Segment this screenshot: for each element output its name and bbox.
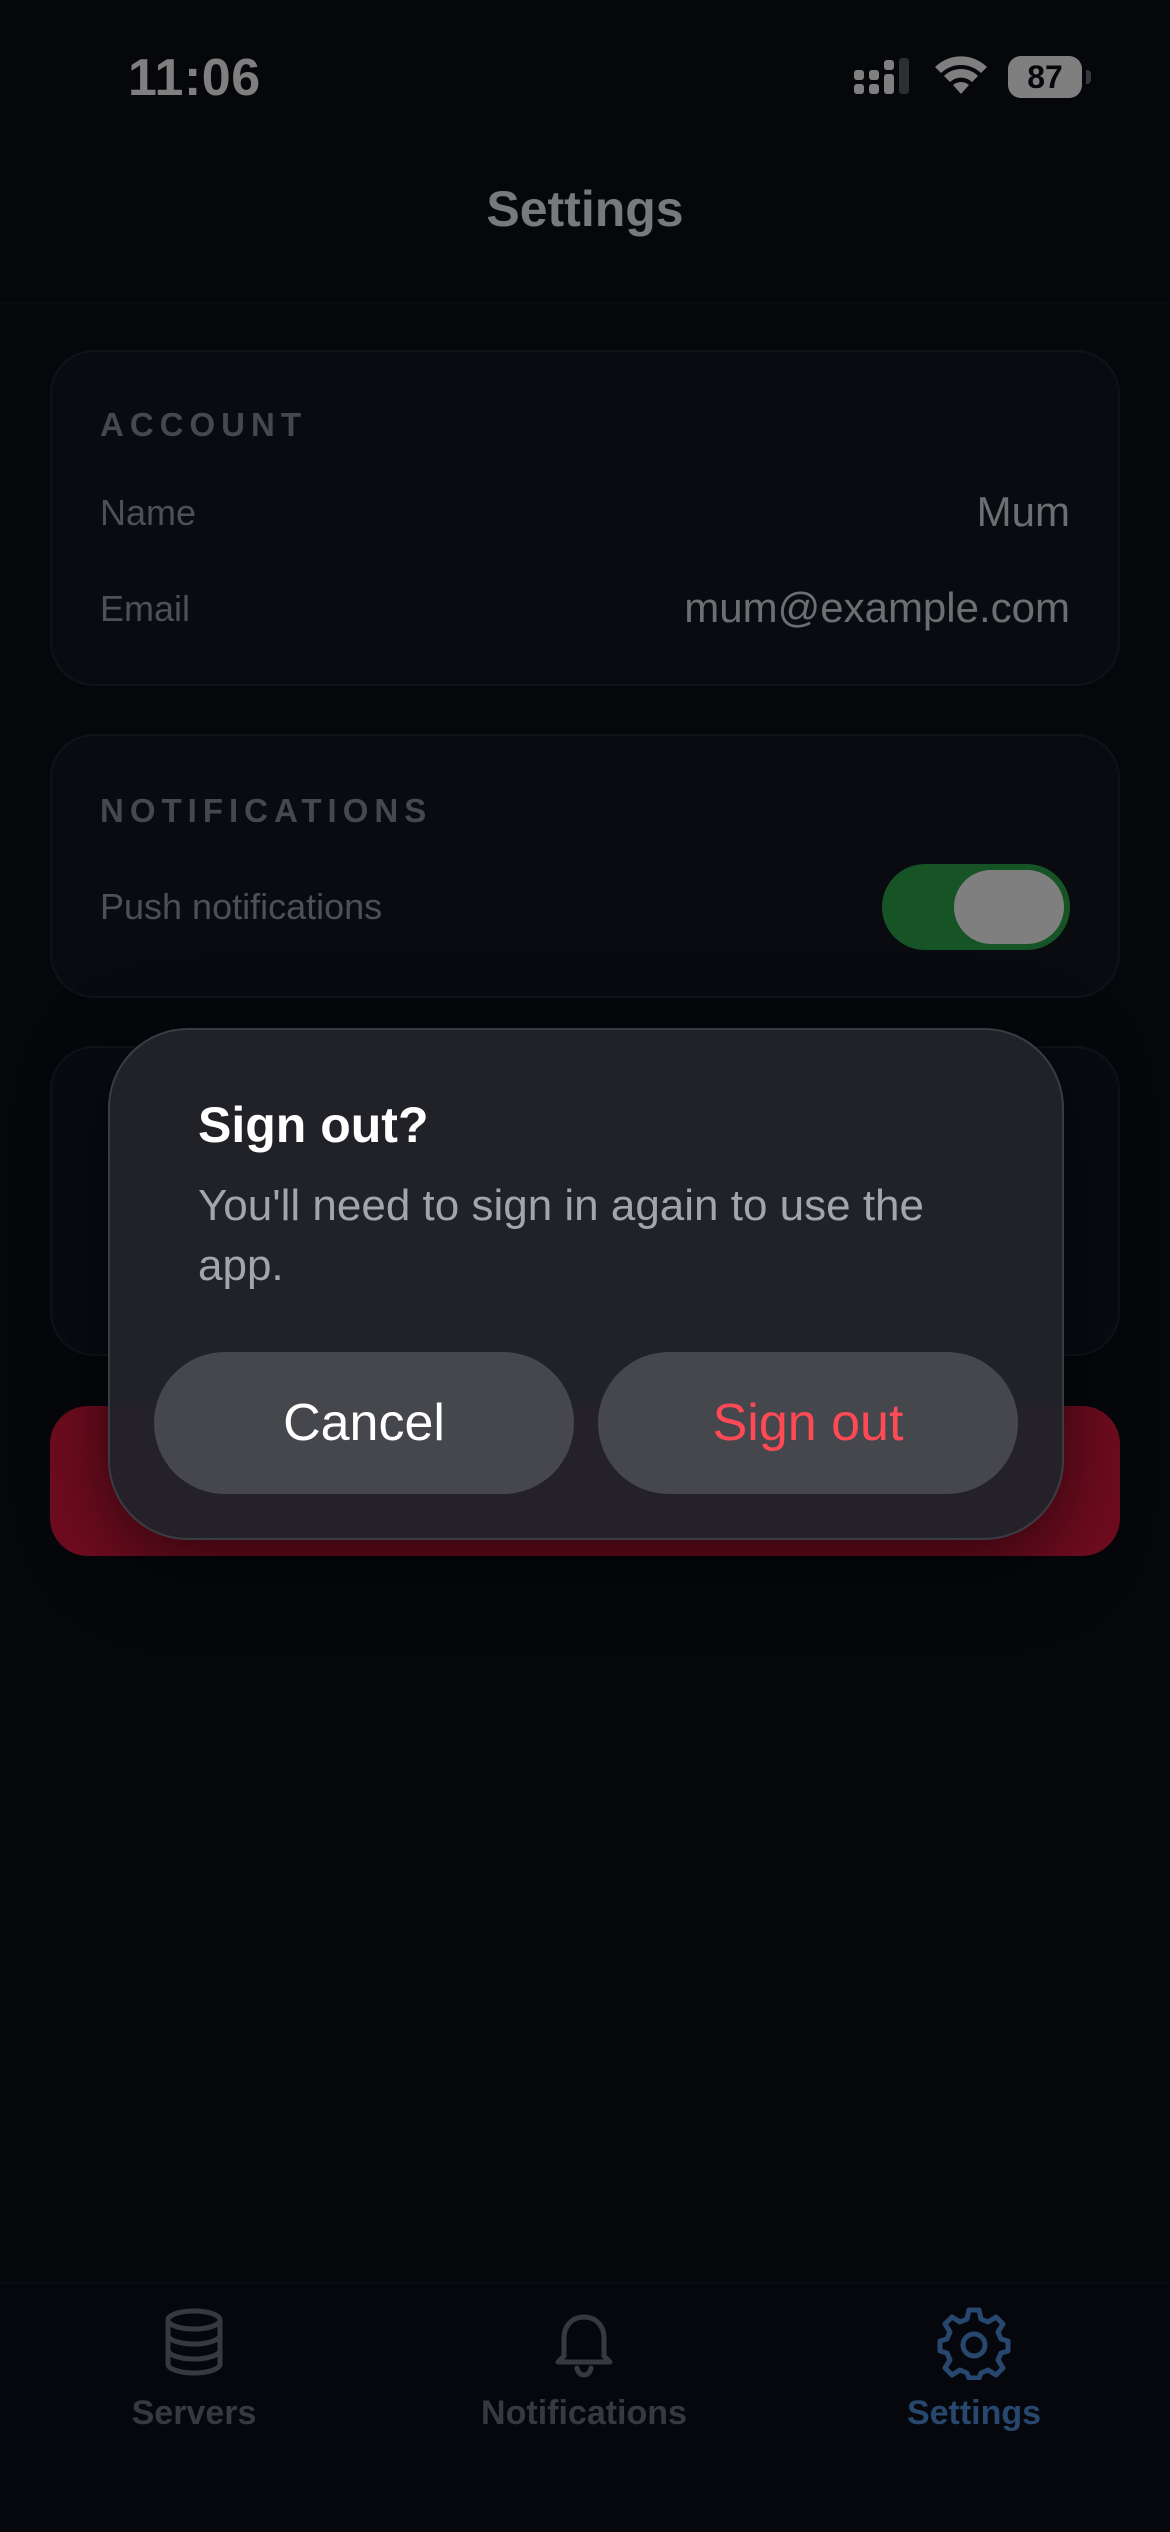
settings-screen: 11:06 87 Settings ACCOUNT Name Mum Email… bbox=[0, 0, 1170, 2532]
cancel-button[interactable]: Cancel bbox=[154, 1352, 574, 1494]
dialog-message: You'll need to sign in again to use the … bbox=[198, 1181, 924, 1290]
confirm-sign-out-button[interactable]: Sign out bbox=[598, 1352, 1018, 1494]
sign-out-dialog: Sign out? You'll need to sign in again t… bbox=[108, 1028, 1064, 1540]
dialog-title: Sign out? bbox=[198, 1097, 429, 1153]
